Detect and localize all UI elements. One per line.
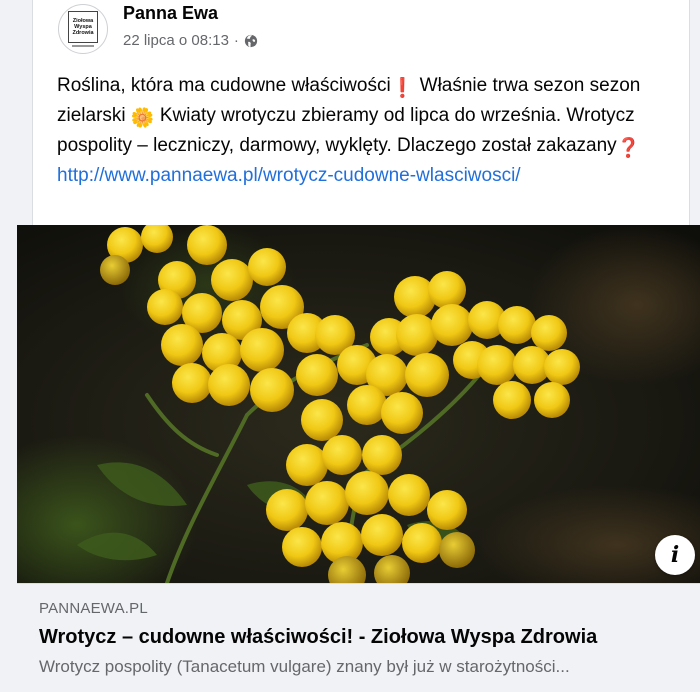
post-header: Ziołowa Wyspa Zdrowia Panna Ewa 22 lipca… bbox=[55, 0, 655, 56]
meta-separator: · bbox=[233, 32, 239, 49]
post-link[interactable]: http://www.pannaewa.pl/wrotycz-cudowne-w… bbox=[57, 165, 521, 186]
info-icon[interactable]: i bbox=[655, 535, 695, 575]
avatar-logo: Ziołowa Wyspa Zdrowia bbox=[68, 11, 98, 43]
avatar-text-line: Zdrowia bbox=[72, 30, 94, 36]
post-image[interactable]: i bbox=[17, 225, 700, 583]
tansy-flowers-image bbox=[17, 225, 700, 583]
exclamation-icon: ❗ bbox=[390, 78, 415, 99]
link-preview[interactable]: PANNAEWA.PL Wrotycz – cudowne właściwośc… bbox=[17, 583, 700, 692]
question-icon: ❓ bbox=[616, 138, 641, 159]
link-description: Wrotycz pospolity (Tanacetum vulgare) zn… bbox=[39, 657, 570, 676]
blossom-icon: 🌼 bbox=[130, 108, 155, 129]
link-domain: PANNAEWA.PL bbox=[39, 600, 148, 617]
post-meta: 22 lipca o 08:13 · bbox=[123, 32, 258, 49]
post-text-part1: Roślina, która ma cudowne właściwości bbox=[57, 75, 391, 96]
post-text: Roślina, która ma cudowne właściwości❗ W… bbox=[57, 72, 667, 189]
post-timestamp[interactable]: 22 lipca o 08:13 bbox=[123, 32, 229, 49]
avatar-signature bbox=[72, 45, 94, 47]
post-card: Ziołowa Wyspa Zdrowia Panna Ewa 22 lipca… bbox=[17, 0, 700, 692]
author-name[interactable]: Panna Ewa bbox=[123, 3, 218, 24]
globe-icon[interactable] bbox=[244, 34, 258, 48]
avatar[interactable]: Ziołowa Wyspa Zdrowia bbox=[58, 4, 108, 54]
link-title[interactable]: Wrotycz – cudowne właściwości! - Ziołowa… bbox=[39, 626, 597, 649]
